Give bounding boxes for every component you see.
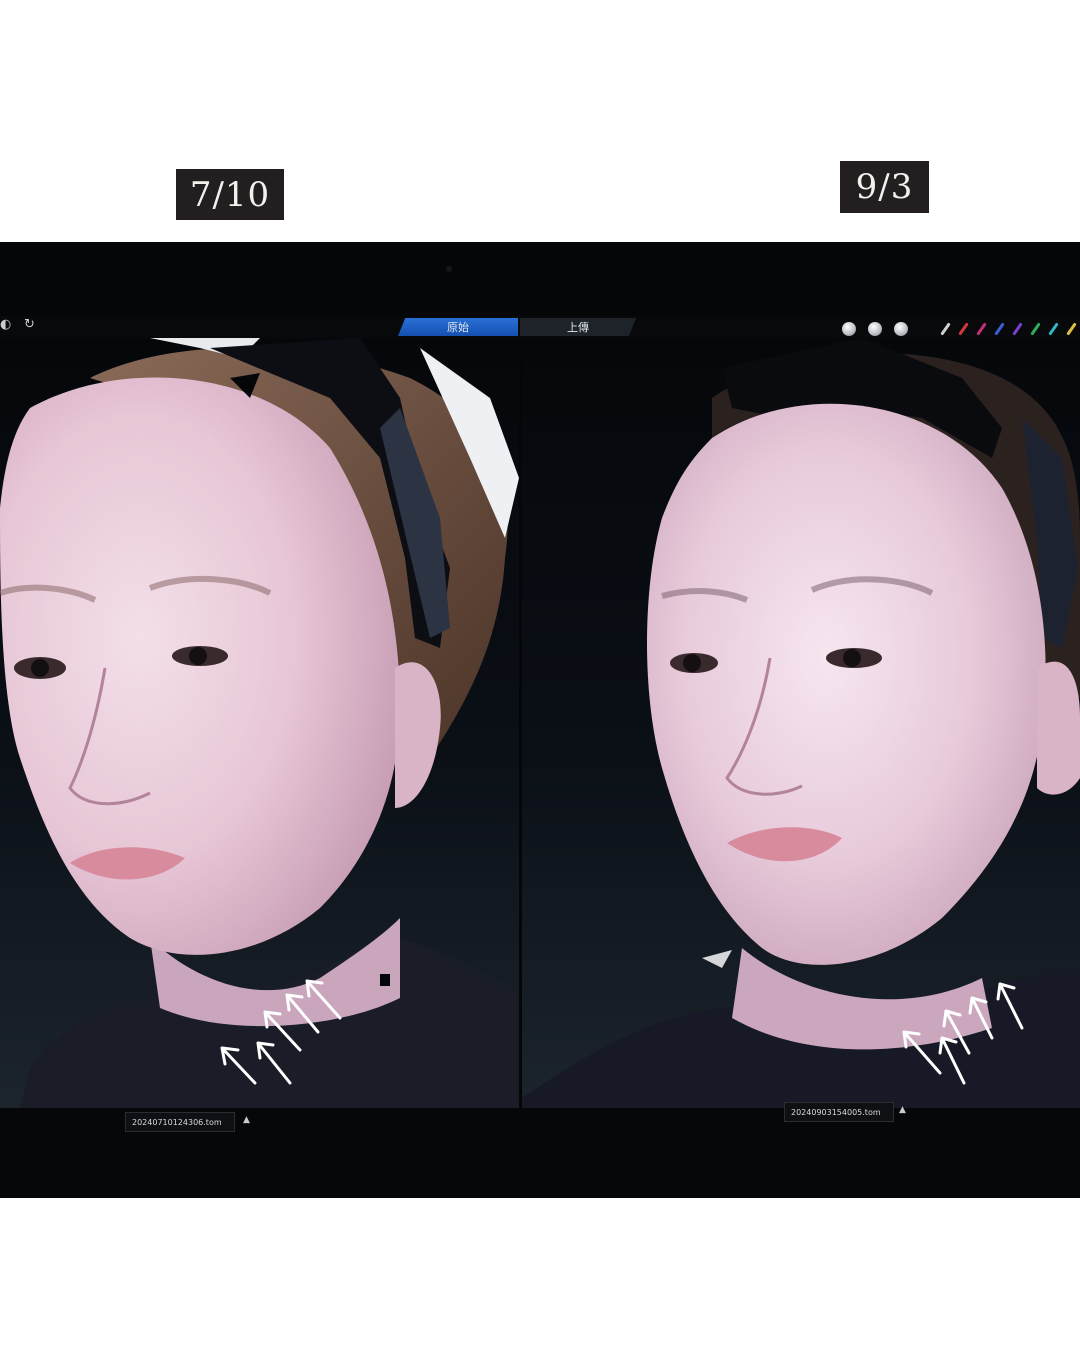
light-sphere-icon[interactable] [894,322,908,336]
arrow-annotations-before [220,979,342,1085]
tab-original[interactable]: 原始 [398,318,518,336]
light-sphere-icon[interactable] [842,322,856,336]
scan-view-before[interactable] [0,338,519,1108]
rotate-icon[interactable]: ↻ [24,317,35,332]
tab-upload[interactable]: 上傳 [520,318,636,336]
expand-icon[interactable]: ▲ [243,1115,250,1125]
expand-icon[interactable]: ▲ [899,1105,906,1115]
scan-view-after[interactable] [522,338,1080,1108]
cursor-icon[interactable]: ◐ [0,317,11,332]
monitor-screen: ◐ ↻ 原始 上傳 20240710124306.tom ▲ 202409031… [0,242,1080,1198]
file-selector-before[interactable]: 20240710124306.tom [125,1112,235,1132]
date-label-before: 7/10 [176,169,284,220]
light-sphere-icon[interactable] [868,322,882,336]
camera-dot [446,266,452,272]
file-selector-after[interactable]: 20240903154005.tom [784,1102,894,1122]
date-label-after: 9/3 [840,161,929,213]
arrow-annotations-after [902,982,1024,1085]
